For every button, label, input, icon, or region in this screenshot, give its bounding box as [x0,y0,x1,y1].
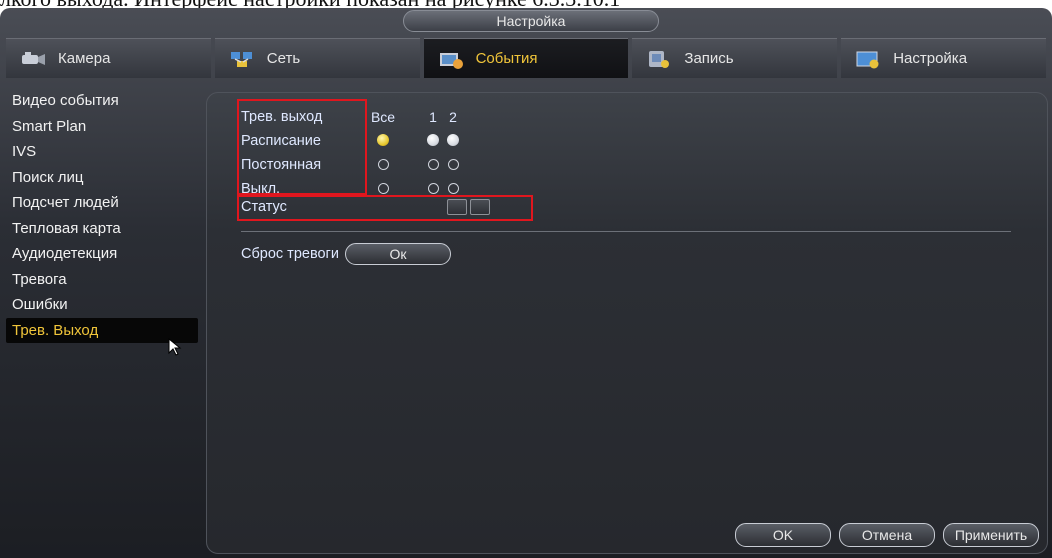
alarm-reset-row: Сброс тревоги Ок [241,243,451,265]
sidebar-menu: Видео события Smart Plan IVS Поиск лиц П… [6,88,198,558]
tab-camera[interactable]: Камера [6,38,211,78]
tab-events[interactable]: События [423,38,629,78]
off-row: Выкл. [241,177,463,201]
sidebar-item-face-search[interactable]: Поиск лиц [6,165,198,191]
sidebar-item-video-events[interactable]: Видео события [6,88,198,114]
tab-network[interactable]: Сеть [214,38,420,78]
sidebar-item-ivs[interactable]: IVS [6,139,198,165]
constant-all-radio[interactable] [377,159,389,170]
status-label: Статус [241,199,287,215]
status-indicator-1 [447,199,467,215]
sidebar-item-alarm[interactable]: Тревога [6,267,198,293]
sidebar-item-people-counting[interactable]: Подсчет людей [6,190,198,216]
section-divider [241,231,1011,232]
schedule-label: Расписание [241,133,321,149]
off-output-2-radio[interactable] [447,183,459,194]
alarm-output-grid: Трев. выход Все 1 2 Расписание Постоянна… [241,105,463,201]
sidebar-item-errors[interactable]: Ошибки [6,292,198,318]
constant-output-2-radio[interactable] [447,159,459,170]
schedule-output-2-radio[interactable] [447,134,459,146]
record-icon [649,50,670,68]
constant-label: Постоянная [241,157,322,173]
alarm-output-panel: Трев. выход Все 1 2 Расписание Постоянна… [206,92,1048,554]
status-indicator-2 [470,199,490,215]
tab-label: Камера [58,50,111,67]
schedule-row: Расписание [241,129,463,153]
footer-buttons: OK Отмена Применить [735,523,1039,547]
apply-button[interactable]: Применить [943,523,1039,547]
off-label: Выкл. [241,181,281,197]
tab-settings[interactable]: Настройка [841,38,1046,78]
alarm-reset-label: Сброс тревоги [241,246,339,262]
column-all-header: Все [370,109,396,125]
status-row: Статус [241,199,493,215]
camera-icon [22,51,45,65]
window-title: Настройка [403,10,659,32]
schedule-output-1-radio[interactable] [427,134,439,146]
sidebar-item-audio-detection[interactable]: Аудиодетекция [6,241,198,267]
main-tab-bar: Камера Сеть События Запись Настройка [6,38,1046,78]
grid-header-row: Трев. выход Все 1 2 [241,105,463,129]
tab-label: Запись [684,50,734,67]
constant-output-1-radio[interactable] [427,159,439,170]
column-1-header: 1 [429,109,437,125]
settings-window: Настройка Камера Сеть События Запись Нас… [0,8,1052,558]
sidebar-item-heat-map[interactable]: Тепловая карта [6,216,198,242]
schedule-all-radio[interactable] [377,134,389,146]
tab-label: Сеть [266,50,301,67]
alarm-output-label: Трев. выход [241,109,323,125]
off-all-radio[interactable] [377,183,389,194]
tab-record[interactable]: Запись [632,38,838,78]
constant-row: Постоянная [241,153,463,177]
cancel-button[interactable]: Отмена [839,523,935,547]
mouse-cursor-icon [168,338,182,356]
tab-label: Настройка [893,50,968,67]
off-output-1-radio[interactable] [427,183,439,194]
column-2-header: 2 [449,109,457,125]
settings-icon [856,51,879,68]
network-icon [230,51,252,67]
sidebar-item-smart-plan[interactable]: Smart Plan [6,114,198,140]
events-icon [439,52,463,69]
alarm-reset-button[interactable]: Ок [344,243,451,265]
ok-button[interactable]: OK [735,523,831,547]
tab-label: События [475,50,538,67]
